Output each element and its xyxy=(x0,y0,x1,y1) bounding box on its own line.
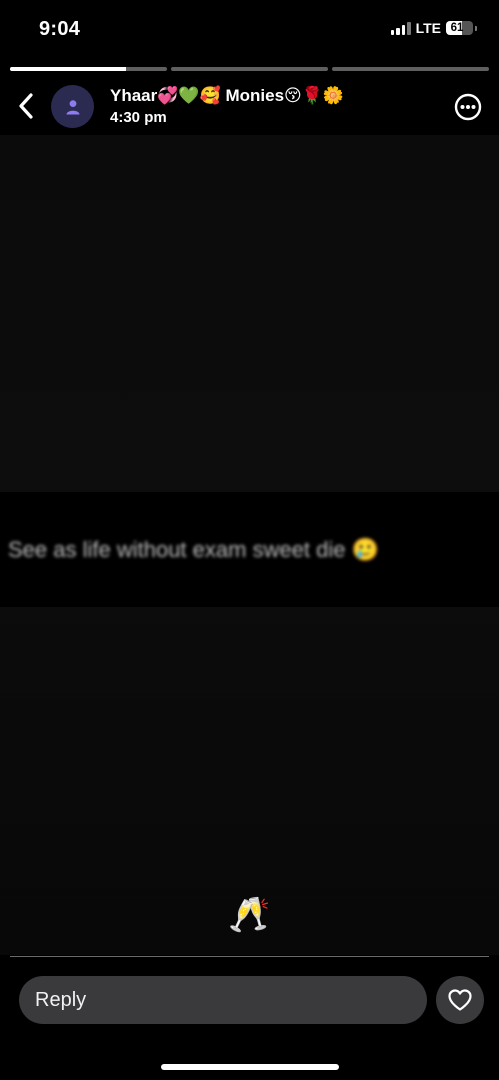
battery-level: 61 xyxy=(450,22,464,34)
person-icon xyxy=(66,99,79,114)
story-segment xyxy=(171,67,328,71)
status-indicators: LTE 61 xyxy=(390,20,477,36)
story-progress xyxy=(10,67,489,71)
story-header: Yhaar💞💚🥰 Monies😚🌹🌼 4:30 pm xyxy=(0,82,499,132)
divider xyxy=(10,956,489,957)
story-segment xyxy=(10,67,167,71)
story-content[interactable]: See as life without exam sweet die 🥲 🥂 xyxy=(0,135,499,955)
network-type: LTE xyxy=(415,20,441,36)
back-button[interactable] xyxy=(12,90,40,122)
story-viewer: 9:04 LTE 61 Yhaar💞💚🥰 Monies😚🌹🌼 4:30 pm S… xyxy=(0,0,499,1080)
post-time: 4:30 pm xyxy=(110,109,167,126)
battery-cap xyxy=(475,25,477,31)
avatar[interactable] xyxy=(51,85,94,128)
more-options-icon xyxy=(454,93,482,121)
home-indicator[interactable] xyxy=(161,1064,339,1070)
heart-icon xyxy=(448,989,472,1011)
signal-strength-icon xyxy=(390,21,411,35)
contact-name[interactable]: Yhaar💞💚🥰 Monies😚🌹🌼 xyxy=(110,86,344,106)
back-chevron-icon xyxy=(19,93,33,119)
story-caption: See as life without exam sweet die 🥲 xyxy=(8,536,380,562)
clinking-glasses-emoji: 🥂 xyxy=(228,896,271,934)
caption-band: See as life without exam sweet die 🥲 xyxy=(0,492,499,607)
battery-icon: 61 xyxy=(446,21,473,35)
story-segment xyxy=(332,67,489,71)
status-time: 9:04 xyxy=(39,18,81,40)
status-bar: 9:04 LTE 61 xyxy=(0,0,499,60)
reply-placeholder: Reply xyxy=(35,988,87,1011)
reply-input[interactable]: Reply xyxy=(19,976,427,1024)
like-button[interactable] xyxy=(436,976,484,1024)
more-options-button[interactable] xyxy=(454,93,482,121)
